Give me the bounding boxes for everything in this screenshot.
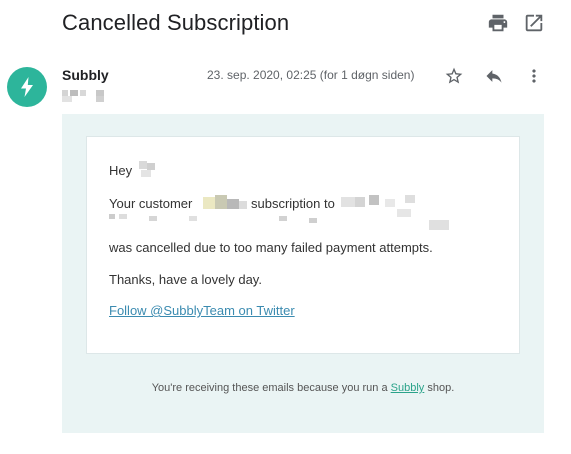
redacted-details xyxy=(109,212,459,232)
print-icon[interactable] xyxy=(487,12,509,34)
redacted-customer xyxy=(203,195,247,211)
more-vert-icon[interactable] xyxy=(524,66,544,86)
star-outline-icon[interactable] xyxy=(444,66,464,86)
twitter-link[interactable]: Follow @SubblyTeam on Twitter xyxy=(109,303,295,318)
email-date: 23. sep. 2020, 02:25 (for 1 døgn siden) xyxy=(207,68,415,82)
subscription-text: subscription to xyxy=(251,196,335,211)
subbly-link[interactable]: Subbly xyxy=(391,382,425,394)
cancelled-text: was cancelled due to too many failed pay… xyxy=(109,240,433,255)
message-card: Hey Your customer subscription to was ca… xyxy=(86,136,520,354)
email-body: Hey Your customer subscription to was ca… xyxy=(62,114,544,433)
sender-avatar xyxy=(7,67,47,107)
lightning-bolt-icon xyxy=(21,77,33,97)
open-in-new-icon[interactable] xyxy=(523,12,545,34)
email-footer: You're receiving these emails because yo… xyxy=(62,382,544,394)
recipient-redacted xyxy=(62,88,110,102)
greeting-text: Hey xyxy=(109,163,133,178)
customer-text: Your customer xyxy=(109,196,193,211)
email-subject: Cancelled Subscription xyxy=(62,10,290,35)
sender-name: Subbly xyxy=(62,67,109,83)
redacted-name xyxy=(137,160,161,178)
thanks-text: Thanks, have a lovely day. xyxy=(109,272,262,287)
footer-text: You're receiving these emails because yo… xyxy=(151,382,388,394)
footer-text-end: shop. xyxy=(427,382,455,394)
reply-icon[interactable] xyxy=(484,66,504,86)
